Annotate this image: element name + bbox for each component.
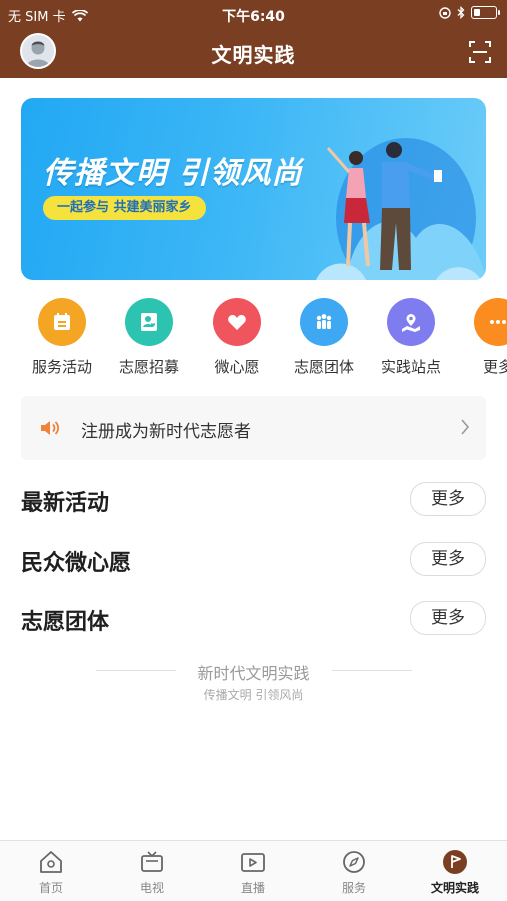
section-title: 志愿团体: [21, 610, 110, 635]
tab-tv[interactable]: 电视: [107, 849, 197, 896]
quick-item-service-activity[interactable]: 服务活动: [22, 298, 102, 377]
tab-live[interactable]: 直播: [208, 849, 298, 896]
banner-illustration: [316, 138, 486, 280]
scan-icon[interactable]: [469, 41, 491, 63]
speaker-icon: [41, 421, 60, 435]
quick-icon-row: 服务活动 志愿招募 微心愿 志愿团体 实践站点 更多: [0, 298, 507, 388]
footer-title: 新时代文明实践: [197, 664, 310, 683]
quick-item-practice-site[interactable]: 实践站点: [371, 298, 451, 377]
banner-subtitle: 一起参与 共建美丽家乡: [43, 196, 206, 220]
tv-icon: [141, 851, 163, 872]
live-icon: [241, 853, 265, 872]
footer-subtitle: 传播文明 引领风尚: [203, 688, 304, 702]
quick-item-label: 志愿团体: [293, 358, 354, 376]
tab-label: 直播: [240, 881, 265, 895]
banner-title: 传播文明 引领风尚: [43, 156, 303, 191]
tab-label: 文明实践: [430, 881, 479, 895]
quick-item-label: 服务活动: [31, 358, 92, 376]
section-latest-activities: 最新活动 更多: [21, 482, 486, 518]
more-button[interactable]: 更多: [410, 601, 486, 635]
home-icon: [40, 851, 62, 873]
page-title: 文明实践: [211, 43, 296, 67]
orientation-lock-icon: [439, 6, 451, 19]
status-time: 下午6:40: [222, 9, 285, 25]
section-title: 最新活动: [21, 491, 110, 516]
nav-bar: 文明实践: [0, 28, 507, 78]
section-micro-wishes: 民众微心愿 更多: [21, 542, 486, 578]
location-icon: [387, 298, 435, 346]
quick-item-label: 更多: [482, 358, 507, 376]
register-volunteer-banner[interactable]: 注册成为新时代志愿者: [21, 396, 486, 460]
section-volunteer-groups: 志愿团体 更多: [21, 601, 486, 637]
quick-item-label: 实践站点: [380, 358, 441, 376]
flag-icon: [443, 850, 467, 874]
heart-icon: [213, 298, 261, 346]
section-title: 民众微心愿: [21, 551, 132, 576]
more-button[interactable]: 更多: [410, 482, 486, 516]
bluetooth-icon: [457, 6, 465, 19]
status-bar: 无 SIM 卡 下午6:40: [0, 0, 507, 28]
quick-item-volunteer-group[interactable]: 志愿团体: [284, 298, 364, 377]
quick-item-volunteer-recruit[interactable]: 志愿招募: [109, 298, 189, 377]
tab-civilization-practice[interactable]: 文明实践: [410, 849, 500, 896]
quick-item-more[interactable]: 更多: [458, 298, 507, 377]
tab-home[interactable]: 首页: [6, 849, 96, 896]
quick-item-label: 微心愿: [214, 358, 260, 376]
more-button[interactable]: 更多: [410, 542, 486, 576]
quick-item-micro-wish[interactable]: 微心愿: [197, 298, 277, 377]
status-right: [439, 6, 500, 19]
quick-item-label: 志愿招募: [118, 358, 179, 376]
tab-label: 首页: [38, 881, 63, 895]
notice-text: 注册成为新时代志愿者: [81, 422, 251, 442]
tab-label: 电视: [139, 881, 164, 895]
chevron-right-icon: [461, 419, 470, 435]
compass-icon: [343, 851, 365, 873]
more-icon: [474, 298, 507, 346]
tab-service[interactable]: 服务: [309, 849, 399, 896]
bottom-tab-bar: 首页 电视 直播 服务 文明实践: [0, 840, 507, 901]
tab-label: 服务: [341, 881, 366, 895]
volunteer-icon: [125, 298, 173, 346]
battery-icon: [471, 6, 500, 19]
promo-banner[interactable]: 传播文明 引领风尚 一起参与 共建美丽家乡: [21, 98, 486, 280]
calendar-icon: [38, 298, 86, 346]
group-icon: [300, 298, 348, 346]
